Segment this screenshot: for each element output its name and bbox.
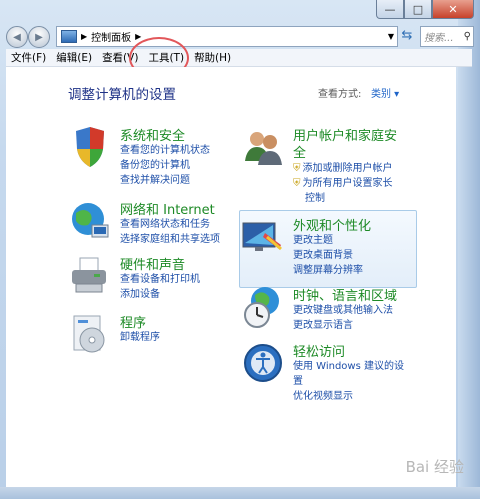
breadcrumb-control-panel[interactable]: 控制面板: [91, 29, 131, 44]
maximize-button[interactable]: □: [404, 0, 432, 19]
page-title: 调整计算机的设置: [68, 87, 176, 103]
link-uninstall-program[interactable]: 卸载程序: [120, 330, 160, 345]
close-button[interactable]: ✕: [432, 0, 474, 19]
link-backup-computer[interactable]: 备份您的计算机: [120, 158, 210, 173]
link-windows-suggested-settings[interactable]: 使用 Windows 建议的设: [293, 359, 404, 374]
printer-icon: [72, 257, 106, 293]
minimize-button[interactable]: —: [376, 0, 404, 19]
category-heading-cont[interactable]: 全: [293, 142, 306, 161]
search-input[interactable]: 搜索... ⚲: [420, 26, 474, 47]
breadcrumb-arrow-icon[interactable]: ▶: [81, 32, 87, 41]
menu-file[interactable]: 文件(F): [6, 50, 51, 65]
address-bar[interactable]: ▶ 控制面板 ▶ ▼: [56, 26, 398, 47]
link-view-computer-status[interactable]: 查看您的计算机状态: [120, 143, 210, 158]
clock-globe-icon: [244, 287, 279, 328]
category-heading[interactable]: 时钟、语言和区域: [293, 285, 397, 304]
category-heading[interactable]: 程序: [120, 312, 146, 331]
address-dropdown-icon[interactable]: ▼: [388, 32, 394, 41]
category-heading[interactable]: 系统和安全: [120, 125, 185, 144]
link-parental-controls-cont[interactable]: 控制: [293, 191, 393, 206]
window-border-right: [458, 0, 480, 499]
programs-icon: [73, 315, 105, 353]
baidu-watermark: Bai 经验: [405, 458, 464, 476]
link-change-theme[interactable]: 更改主题: [293, 233, 363, 248]
link-desktop-background[interactable]: 更改桌面背景: [293, 248, 363, 263]
globe-network-icon: [72, 203, 109, 238]
link-windows-suggested-settings-cont[interactable]: 置: [293, 374, 404, 389]
forward-arrow-icon: ▶: [35, 31, 43, 43]
link-homegroup-sharing[interactable]: 选择家庭组和共享选项: [120, 232, 220, 247]
link-optimize-visual-display[interactable]: 优化视频显示: [293, 389, 404, 404]
window-controls: — □ ✕: [376, 0, 474, 19]
link-troubleshoot[interactable]: 查找并解决问题: [120, 173, 210, 188]
breadcrumb-arrow-icon[interactable]: ▶: [135, 32, 141, 41]
category-heading[interactable]: 网络和 Internet: [120, 199, 215, 218]
shield-icon: [76, 127, 104, 167]
back-button[interactable]: ◀: [6, 26, 28, 48]
view-by-dropdown[interactable]: 类别 ▾: [371, 85, 399, 100]
menu-edit[interactable]: 编辑(E): [51, 50, 97, 65]
view-by-label: 查看方式:: [318, 89, 362, 100]
link-screen-resolution[interactable]: 调整屏幕分辨率: [293, 263, 363, 278]
category-heading[interactable]: 轻松访问: [293, 341, 345, 360]
category-heading[interactable]: 外观和个性化: [293, 215, 371, 234]
link-parental-controls[interactable]: 为所有用户设置家长: [293, 176, 393, 191]
refresh-button[interactable]: ⇆: [396, 27, 418, 44]
forward-button[interactable]: ▶: [28, 26, 50, 48]
address-row: ◀ ▶ ▶ 控制面板 ▶ ▼ ⇆ 搜索... ⚲: [6, 24, 474, 48]
control-panel-icon: [61, 30, 77, 43]
menu-bar: 文件(F) 编辑(E) 查看(V) 工具(T) 帮助(H): [6, 49, 472, 67]
back-arrow-icon: ◀: [13, 31, 21, 43]
monitor-paint-icon: [242, 222, 282, 251]
link-change-display-language[interactable]: 更改显示语言: [293, 318, 393, 333]
menu-help[interactable]: 帮助(H): [189, 50, 236, 65]
search-icon[interactable]: ⚲: [464, 31, 471, 42]
link-change-input-method[interactable]: 更改键盘或其他输入法: [293, 303, 393, 318]
link-devices-printers[interactable]: 查看设备和打印机: [120, 272, 200, 287]
content-pane: 调整计算机的设置 查看方式: 类别 ▾ 系统和安全 查看您的计算机状态 备份您的…: [6, 67, 456, 487]
users-icon: [245, 132, 282, 165]
window-border-bottom: [0, 487, 480, 499]
category-heading[interactable]: 硬件和声音: [120, 254, 185, 273]
accessibility-icon: [244, 344, 282, 382]
link-network-status[interactable]: 查看网络状态和任务: [120, 217, 220, 232]
link-add-device[interactable]: 添加设备: [120, 287, 200, 302]
link-add-remove-users[interactable]: 添加或删除用户帐户: [293, 161, 393, 176]
search-placeholder: 搜索...: [424, 33, 454, 44]
refresh-icon: ⇆: [401, 28, 413, 43]
category-heading[interactable]: 用户帐户和家庭安: [293, 125, 397, 144]
